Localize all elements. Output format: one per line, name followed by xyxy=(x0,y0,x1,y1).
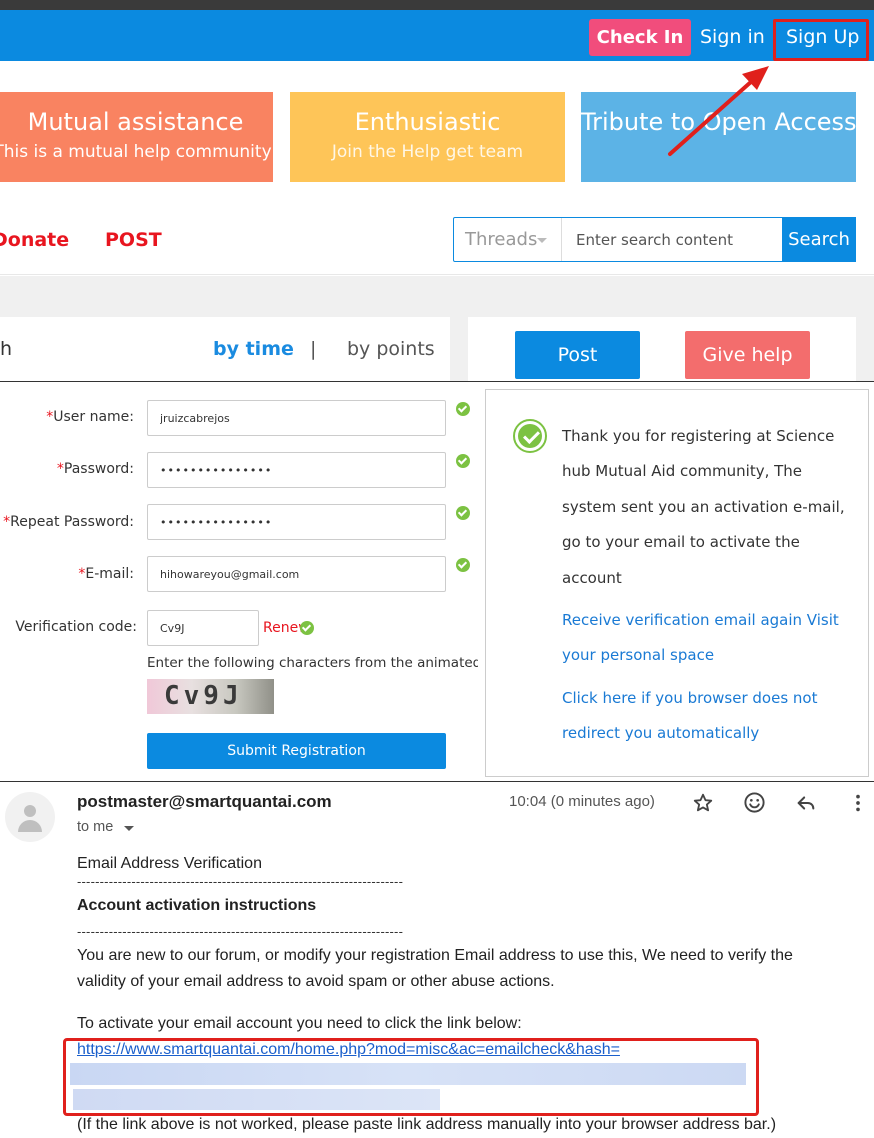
annotation-highlight-box xyxy=(63,1038,759,1116)
redirect-link[interactable]: Click here if you browser does not redir… xyxy=(562,681,858,752)
password-valid-check-icon xyxy=(456,454,470,468)
success-check-icon xyxy=(513,419,547,453)
username-field[interactable] xyxy=(147,400,446,436)
email-divider: ----------------------------------------… xyxy=(77,874,404,889)
avatar xyxy=(5,792,55,842)
banner-open-access[interactable]: Tribute to Open Access xyxy=(581,92,856,182)
repeat-password-label-text: Repeat Password: xyxy=(10,514,134,530)
banner-subtitle: This is a mutual help community xyxy=(0,142,272,162)
banner-title: Enthusiastic xyxy=(354,108,501,136)
search-scope-label: Threads xyxy=(465,229,538,250)
give-help-button[interactable]: Give help xyxy=(685,331,810,379)
password-label: *Password: xyxy=(0,461,134,477)
verification-code-label: Verification code: xyxy=(15,619,137,635)
donate-link[interactable]: Donate xyxy=(0,229,69,251)
banner-subtitle: Join the Help get team xyxy=(331,142,524,162)
email-paragraph: You are new to our forum, or modify your… xyxy=(77,947,793,964)
banner-title: Tribute to Open Access xyxy=(581,108,856,136)
password-field[interactable] xyxy=(147,452,446,488)
post-button[interactable]: Post xyxy=(515,331,640,379)
banner-title: Mutual assistance xyxy=(27,108,244,136)
avatar-head xyxy=(24,805,36,817)
star-icon[interactable] xyxy=(692,792,714,814)
post-link[interactable]: POST xyxy=(105,229,162,251)
banner-enthusiastic[interactable]: Enthusiastic Join the Help get team xyxy=(290,92,565,182)
email-valid-check-icon xyxy=(456,558,470,572)
email-label: *E-mail: xyxy=(0,566,134,582)
required-mark: * xyxy=(56,461,64,477)
verification-code-field[interactable] xyxy=(147,610,259,646)
annotation-highlight-box xyxy=(773,19,869,61)
repeat-password-field[interactable] xyxy=(147,504,446,540)
email-divider: ----------------------------------------… xyxy=(77,924,404,939)
banner-mutual-assistance[interactable]: Mutual assistance This is a mutual help … xyxy=(0,92,273,182)
sort-by-points-link[interactable]: by points xyxy=(347,338,435,360)
sort-by-time-link[interactable]: by time xyxy=(213,338,294,360)
search-input[interactable] xyxy=(564,218,782,261)
email-footer-note: (If the link above is not worked, please… xyxy=(77,1116,777,1133)
reply-icon[interactable] xyxy=(795,792,817,814)
more-vert-icon[interactable] xyxy=(852,792,864,814)
captcha-text: Cv9J xyxy=(164,681,243,711)
email-sender: postmaster@smartquantai.com xyxy=(77,792,332,811)
submit-registration-button[interactable]: Submit Registration xyxy=(147,733,446,769)
repeat-password-valid-check-icon xyxy=(456,506,470,520)
repeat-password-label: *Repeat Password: xyxy=(0,514,134,530)
search-scope-select[interactable]: Threads xyxy=(454,218,562,261)
sort-separator: | xyxy=(310,338,317,360)
verification-valid-check-icon xyxy=(300,621,314,635)
email-paragraph: validity of your email address to avoid … xyxy=(77,973,555,990)
sort-left-text: h xyxy=(0,338,13,360)
password-label-text: Password: xyxy=(63,461,134,477)
chevron-down-icon[interactable] xyxy=(124,826,134,831)
username-valid-check-icon xyxy=(456,402,470,416)
confirmation-message: Thank you for registering at Science hub… xyxy=(562,427,845,587)
search-button[interactable]: Search xyxy=(782,217,856,262)
email-subject-line: Email Address Verification xyxy=(77,855,262,872)
smiley-icon[interactable] xyxy=(743,791,766,814)
resend-verification-link[interactable]: Receive verification email again Visit y… xyxy=(562,603,858,674)
avatar-body xyxy=(18,820,42,832)
captcha-hint: Enter the following characters from the … xyxy=(147,655,482,671)
caret-down-icon xyxy=(537,238,547,243)
email-field[interactable] xyxy=(147,556,446,592)
check-in-button[interactable]: Check In xyxy=(589,19,691,56)
email-instructions-title: Account activation instructions xyxy=(77,897,317,914)
username-label-text: User name: xyxy=(53,409,134,425)
username-label: *User name: xyxy=(0,409,134,425)
email-timestamp: 10:04 (0 minutes ago) xyxy=(509,793,655,810)
email-label-text: E-mail: xyxy=(85,566,134,582)
sign-in-link[interactable]: Sign in xyxy=(700,22,765,52)
email-paragraph: To activate your email account you need … xyxy=(77,1015,522,1032)
email-recipient-toggle[interactable]: to me xyxy=(77,819,113,835)
browser-top-strip xyxy=(0,0,874,10)
